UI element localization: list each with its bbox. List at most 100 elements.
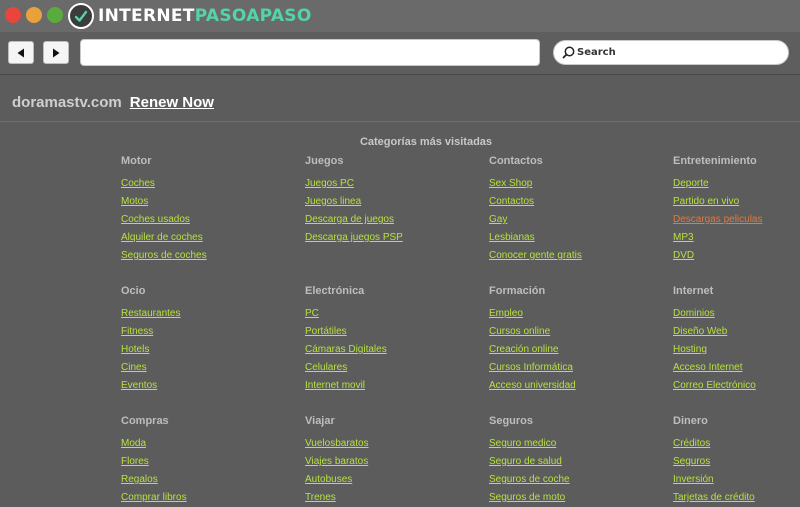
category-link-item: Descarga de juegos (305, 211, 475, 229)
category-column: Seguros Seguro medico Seguro de salud Segur… (489, 414, 659, 507)
category-link[interactable]: Cursos online (489, 326, 550, 337)
category-link[interactable]: Trenes (305, 492, 336, 503)
site-logo: INTERNETPASOAPASO (68, 2, 312, 30)
category-link[interactable]: Lesbianas (489, 232, 535, 243)
category-link-item: Celulares (305, 359, 475, 377)
category-link[interactable]: Acceso Internet (673, 362, 742, 373)
category-link[interactable]: Seguros de coche (489, 474, 570, 485)
category-link[interactable]: Coches (121, 178, 155, 189)
category-link-item: Creación online (489, 341, 659, 359)
category-heading: Motor (121, 155, 152, 167)
category-link-item: Créditos (673, 435, 800, 453)
category-link[interactable]: Restaurantes (121, 308, 180, 319)
category-link[interactable]: Descargas peliculas (673, 214, 763, 225)
category-link[interactable]: DVD (673, 250, 694, 261)
category-link[interactable]: PC (305, 308, 319, 319)
category-link[interactable]: Hotels (121, 344, 149, 355)
search-icon (562, 46, 575, 59)
category-link[interactable]: Cursos Informática (489, 362, 573, 373)
category-link-list: Dominios Diseño Web Hosting Acceso Internet… (673, 305, 800, 395)
category-link-item: Empleo (489, 305, 659, 323)
maximize-window-button[interactable] (47, 7, 63, 23)
forward-button[interactable] (43, 41, 69, 64)
category-link-item: Cámaras Digitales (305, 341, 475, 359)
category-link-item: Seguros (673, 453, 800, 471)
category-link[interactable]: Internet movil (305, 380, 365, 391)
minimize-window-button[interactable] (26, 7, 42, 23)
category-link-item: Hotels (121, 341, 291, 359)
category-link[interactable]: Cines (121, 362, 147, 373)
back-button[interactable] (8, 41, 34, 64)
address-bar[interactable] (80, 39, 540, 66)
category-column: Dinero Créditos Seguros Inversión Tarjetas d… (673, 414, 800, 507)
category-link[interactable]: Viajes baratos (305, 456, 368, 467)
category-link-item: Gay (489, 211, 659, 229)
category-link[interactable]: Creación online (489, 344, 559, 355)
category-link-item: Inversión (673, 471, 800, 489)
category-link[interactable]: Seguros de coches (121, 250, 207, 261)
category-link[interactable]: Contactos (489, 196, 534, 207)
category-link[interactable]: Partido en vivo (673, 196, 739, 207)
category-link[interactable]: Celulares (305, 362, 347, 373)
category-link[interactable]: Juegos linea (305, 196, 361, 207)
category-link[interactable]: Descarga de juegos (305, 214, 394, 225)
category-link[interactable]: Seguros (673, 456, 710, 467)
category-heading: Entretenimiento (673, 155, 757, 167)
category-link[interactable]: Eventos (121, 380, 157, 391)
category-link[interactable]: Gay (489, 214, 507, 225)
category-link[interactable]: Juegos PC (305, 178, 354, 189)
category-link[interactable]: Flores (121, 456, 149, 467)
category-link[interactable]: Motos (121, 196, 148, 207)
category-link[interactable]: Deporte (673, 178, 709, 189)
category-link[interactable]: Seguro medico (489, 438, 556, 449)
search-box[interactable] (553, 40, 789, 65)
category-link[interactable]: Comprar libros (121, 492, 187, 503)
category-link[interactable]: Coches usados (121, 214, 190, 225)
category-link[interactable]: Vuelosbaratos (305, 438, 369, 449)
category-link[interactable]: Diseño Web (673, 326, 727, 337)
search-input[interactable] (577, 47, 777, 58)
category-heading: Dinero (673, 415, 708, 427)
category-link-item: MP3 (673, 229, 800, 247)
category-link[interactable]: Descarga juegos PSP (305, 232, 403, 243)
category-column: Electrónica PC Portátiles Cámaras Digitales… (305, 284, 475, 395)
category-link[interactable]: Cámaras Digitales (305, 344, 387, 355)
category-link-item: Juegos linea (305, 193, 475, 211)
category-link[interactable]: Hosting (673, 344, 707, 355)
category-link[interactable]: Acceso universidad (489, 380, 576, 391)
category-link[interactable]: Autobuses (305, 474, 352, 485)
category-link-list: Juegos PC Juegos linea Descarga de juegos D… (305, 175, 475, 247)
category-link[interactable]: Inversión (673, 474, 714, 485)
category-link-item: Conocer gente gratis (489, 247, 659, 265)
category-link-item: Diseño Web (673, 323, 800, 341)
category-link[interactable]: Regalos (121, 474, 158, 485)
category-link[interactable]: Correo Electrónico (673, 380, 756, 391)
logo-text-accent: PASOAPASO (194, 6, 312, 26)
category-link[interactable]: Sex Shop (489, 178, 532, 189)
category-link-item: Contactos (489, 193, 659, 211)
category-link-item: Vuelosbaratos (305, 435, 475, 453)
category-link[interactable]: Dominios (673, 308, 715, 319)
category-link[interactable]: Conocer gente gratis (489, 250, 582, 261)
category-link-list: Sex Shop Contactos Gay Lesbianas Conocer gen… (489, 175, 659, 265)
category-link[interactable]: Empleo (489, 308, 523, 319)
category-link[interactable]: Fitness (121, 326, 153, 337)
category-link-item: Lesbianas (489, 229, 659, 247)
close-window-button[interactable] (5, 7, 21, 23)
category-link[interactable]: Seguro de salud (489, 456, 562, 467)
category-link-item: Restaurantes (121, 305, 291, 323)
category-link[interactable]: Créditos (673, 438, 710, 449)
category-link-list: Empleo Cursos online Creación online Cursos… (489, 305, 659, 395)
logo-badge-icon (68, 3, 94, 29)
renew-now-link[interactable]: Renew Now (130, 94, 214, 111)
category-link[interactable]: Seguros de moto (489, 492, 565, 503)
category-link-item: PC (305, 305, 475, 323)
category-link[interactable]: Moda (121, 438, 146, 449)
category-link-list: Coches Motos Coches usados Alquiler de coch… (121, 175, 291, 265)
categories-title: Categorías más visitadas (359, 136, 493, 148)
category-link[interactable]: MP3 (673, 232, 694, 243)
category-link[interactable]: Alquiler de coches (121, 232, 203, 243)
category-link[interactable]: Portátiles (305, 326, 347, 337)
category-link[interactable]: Tarjetas de crédito (673, 492, 755, 503)
category-link-item: Correo Electrónico (673, 377, 800, 395)
